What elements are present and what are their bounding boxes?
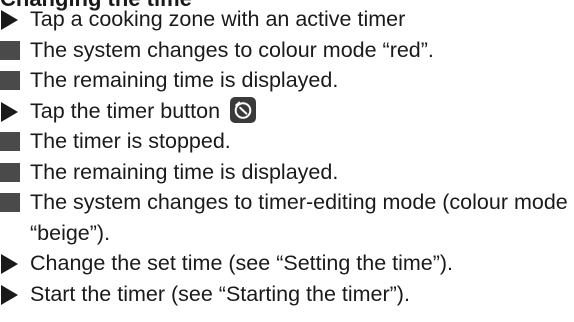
instruction-list: Tap a cooking zone with an active timer … <box>0 4 574 309</box>
action-arrow-icon <box>1 10 18 30</box>
action-arrow-icon <box>1 284 18 305</box>
list-item-text: Change the set time (see “Setting the ti… <box>30 251 454 275</box>
list-item: The remaining time is displayed. <box>0 65 574 96</box>
list-item: Change the set time (see “Setting the ti… <box>0 248 574 279</box>
list-item-text: The system changes to colour mode “red”. <box>30 37 434 62</box>
list-item-text: The timer is stopped. <box>30 129 231 153</box>
list-item: Start the timer (see “Starting the timer… <box>0 279 574 310</box>
list-item-text: Tap a cooking zone with an active timer <box>30 7 406 31</box>
timer-button-icon <box>230 96 257 123</box>
list-item-text: The system changes to timer-editing mode… <box>30 190 568 245</box>
list-item: The system changes to timer-editing mode… <box>0 187 570 248</box>
list-item: The timer is stopped. <box>0 126 574 157</box>
action-arrow-icon <box>1 101 18 122</box>
result-square-icon <box>0 40 20 60</box>
list-item-text: Tap the timer button <box>30 98 221 123</box>
list-item: The system changes to colour mode “red”. <box>0 35 574 66</box>
list-item-text: Start the timer (see “Starting the timer… <box>30 281 410 306</box>
list-item: Tap the timer button <box>0 96 574 127</box>
action-arrow-icon <box>1 254 18 274</box>
list-item: Tap a cooking zone with an active timer <box>0 4 574 35</box>
list-item-text: The remaining time is displayed. <box>30 159 339 184</box>
result-square-icon <box>0 71 20 90</box>
list-item: The remaining time is displayed. <box>0 157 574 188</box>
result-square-icon <box>0 193 20 212</box>
result-square-icon <box>0 132 20 151</box>
result-square-icon <box>0 162 20 182</box>
list-item-text: The remaining time is displayed. <box>30 68 339 92</box>
